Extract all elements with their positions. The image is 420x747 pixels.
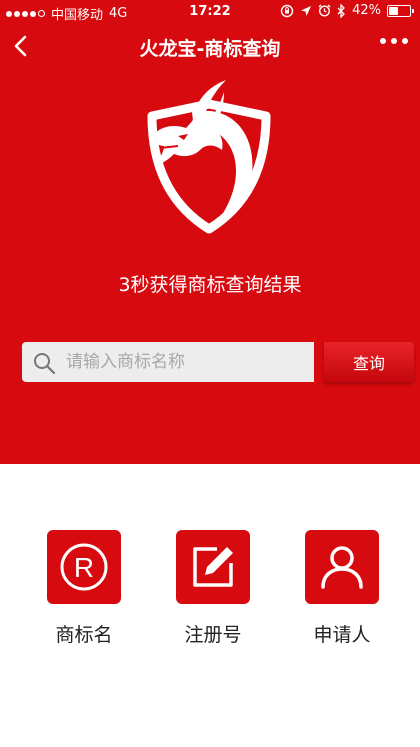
svg-text:R: R xyxy=(74,552,94,583)
more-options-icon[interactable] xyxy=(380,38,408,44)
person-icon xyxy=(321,546,363,589)
status-bar: 中国移动 4G 17:22 42% xyxy=(0,0,420,24)
search-button[interactable]: 查询 xyxy=(324,342,414,382)
registered-icon: R xyxy=(60,543,108,591)
edit-icon xyxy=(193,547,233,587)
status-right: 42% xyxy=(280,3,414,18)
category-registration-number[interactable]: 注册号 xyxy=(158,530,268,647)
hero-banner: 中国移动 4G 17:22 42% 火龙宝-商标查询 3秒获得商标查询结果 请输… xyxy=(0,0,420,464)
category-label: 商标名 xyxy=(55,624,113,646)
category-label: 申请人 xyxy=(313,624,371,646)
rotation-lock-icon xyxy=(280,4,294,17)
bluetooth-icon xyxy=(337,3,346,18)
battery-icon xyxy=(387,4,414,17)
alarm-icon xyxy=(318,4,331,17)
navigation-bar: 火龙宝-商标查询 xyxy=(0,24,420,68)
category-tile[interactable] xyxy=(176,530,250,604)
category-trademark-name[interactable]: R 商标名 xyxy=(29,530,139,647)
search-bar[interactable] xyxy=(22,342,314,382)
dragon-shield-logo xyxy=(147,80,271,234)
hero-tagline: 3秒获得商标查询结果 xyxy=(118,274,302,296)
battery-percent: 42% xyxy=(352,3,381,18)
location-icon xyxy=(301,5,312,16)
category-label: 注册号 xyxy=(184,624,242,646)
search-input[interactable] xyxy=(66,342,306,382)
search-icon xyxy=(34,353,56,375)
category-tile[interactable] xyxy=(305,530,379,604)
category-tile[interactable]: R xyxy=(47,530,121,604)
page-title: 火龙宝-商标查询 xyxy=(139,38,281,60)
category-applicant[interactable]: 申请人 xyxy=(287,530,397,647)
